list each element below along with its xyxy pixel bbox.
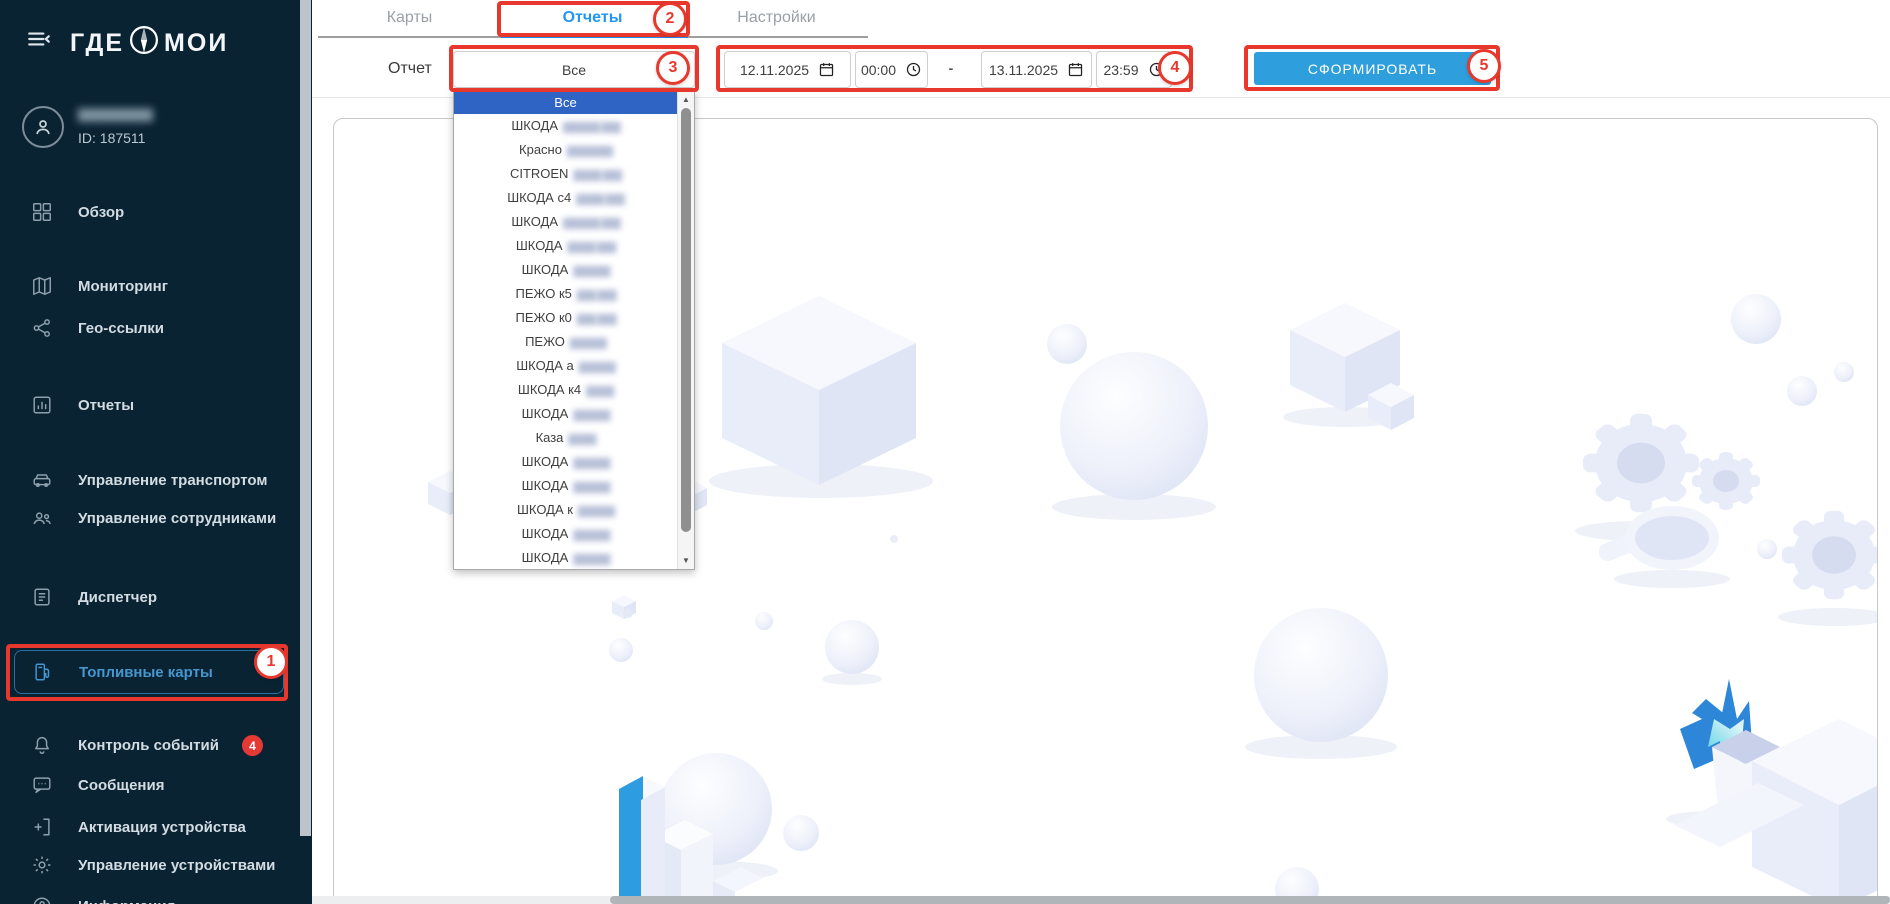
dashboard-icon bbox=[30, 200, 54, 224]
sidebar-scrollbar[interactable] bbox=[300, 0, 311, 836]
logo-text-right: МОИ bbox=[164, 29, 228, 58]
time-from-field[interactable]: 00:00 bbox=[855, 51, 928, 88]
dropdown-option[interactable]: ПЕЖО к0▆▆ ▆▆ bbox=[454, 306, 677, 330]
bar-chart-icon bbox=[30, 393, 54, 417]
date-range-separator: - bbox=[941, 60, 961, 76]
app-window: ГДЕ МОИ ▆▆▆▆▆▆▆ ID: 187511 bbox=[0, 0, 1890, 904]
notification-count-badge: 4 bbox=[242, 735, 263, 756]
dropdown-option[interactable]: ШКОДА▆▆▆▆ bbox=[454, 402, 677, 426]
sidebar-item-event-control[interactable]: Контроль событий 4 bbox=[0, 725, 300, 765]
scroll-down-icon[interactable]: ▼ bbox=[678, 552, 694, 568]
sphere-shapes bbox=[516, 294, 1854, 904]
user-id: ID: 187511 bbox=[78, 130, 145, 146]
report-dropdown-options: ШКОДА▆▆▆▆ ▆▆ Красно▆▆▆▆▆ CITROEN▆▆▆ ▆▆ Ш… bbox=[454, 114, 677, 570]
sidebar-item-overview[interactable]: Обзор bbox=[0, 192, 300, 232]
app-logo: ГДЕ МОИ bbox=[70, 22, 228, 65]
sidebar-item-monitoring[interactable]: Мониторинг bbox=[0, 266, 300, 306]
sidebar: ГДЕ МОИ ▆▆▆▆▆▆▆ ID: 187511 bbox=[0, 0, 312, 904]
sidebar-item-transport[interactable]: Управление транспортом bbox=[0, 460, 300, 500]
document-icon bbox=[30, 585, 54, 609]
report-label: Отчет bbox=[388, 60, 432, 78]
annotation-badge-5: 5 bbox=[1467, 49, 1501, 83]
dropdown-option[interactable]: ПЕЖО к5▆▆ ▆▆ bbox=[454, 282, 677, 306]
active-tab-underline bbox=[501, 34, 688, 38]
sidebar-item-employees[interactable]: Управление сотрудниками bbox=[0, 498, 300, 538]
dropdown-option[interactable]: Красно▆▆▆▆▆ bbox=[454, 138, 677, 162]
tab-maps[interactable]: Карты bbox=[318, 0, 501, 36]
dropdown-option[interactable]: CITROEN▆▆▆ ▆▆ bbox=[454, 162, 677, 186]
share-icon bbox=[30, 316, 54, 340]
sidebar-item-information[interactable]: Информация bbox=[0, 886, 300, 904]
dropdown-option[interactable]: ШКОДА▆▆▆▆ bbox=[454, 450, 677, 474]
sidebar-item-fuel-cards[interactable]: Топливные карты bbox=[14, 650, 284, 694]
dropdown-option[interactable]: ШКОДА▆▆▆ ▆▆ bbox=[454, 234, 677, 258]
question-icon bbox=[30, 894, 54, 904]
map-icon bbox=[30, 274, 54, 298]
dropdown-option[interactable]: ШКОДА▆▆▆▆ ▆▆ bbox=[454, 114, 677, 138]
fuel-pump-icon bbox=[31, 660, 55, 684]
dropdown-option[interactable]: ШКОДА с4▆▆▆ ▆▆ bbox=[454, 186, 677, 210]
scroll-up-icon[interactable]: ▲ bbox=[678, 91, 694, 107]
sidebar-item-device-management[interactable]: Управление устройствами bbox=[0, 845, 300, 885]
dropdown-scrollbar[interactable]: ▲ ▼ bbox=[677, 90, 694, 569]
dropdown-option[interactable]: Каза▆▆▆ bbox=[454, 426, 677, 450]
date-to-field[interactable]: 13.11.2025 bbox=[981, 51, 1092, 88]
gear-shape bbox=[1782, 511, 1878, 599]
splash-box-shape bbox=[1674, 679, 1878, 904]
activate-device-icon bbox=[30, 815, 54, 839]
horizontal-scrollbar-thumb[interactable] bbox=[610, 896, 1890, 904]
report-dropdown: Все ШКОДА▆▆▆▆ ▆▆ Красно▆▆▆▆▆ CITROEN▆▆▆ … bbox=[453, 89, 695, 570]
dropdown-option[interactable]: ШКОДА к▆▆▆▆ bbox=[454, 498, 677, 522]
menu-collapse-icon[interactable] bbox=[26, 26, 52, 57]
dropdown-option-selected[interactable]: Все bbox=[454, 90, 677, 114]
annotation-badge-4: 4 bbox=[1158, 51, 1192, 85]
dropdown-option[interactable]: ШКОДА а▆▆▆▆ bbox=[454, 354, 677, 378]
annotation-badge-1: 1 bbox=[254, 645, 288, 679]
sidebar-item-geolinks[interactable]: Гео-ссылки bbox=[0, 308, 300, 348]
user-avatar-icon[interactable] bbox=[22, 106, 64, 148]
gear-shape bbox=[1583, 414, 1699, 513]
dropdown-option[interactable]: ШКОДА к4▆▆▆ bbox=[454, 378, 677, 402]
chat-icon bbox=[30, 773, 54, 797]
date-from-field[interactable]: 12.11.2025 bbox=[724, 51, 851, 88]
dropdown-option[interactable]: ПЕЖО▆▆▆▆ bbox=[454, 330, 677, 354]
dropdown-option[interactable]: ШКОДА▆▆▆▆ ▆▆ bbox=[454, 210, 677, 234]
gear-icon bbox=[30, 853, 54, 877]
calendar-icon[interactable] bbox=[818, 61, 835, 78]
dropdown-option[interactable]: ШКОДА▆▆▆▆ bbox=[454, 546, 677, 570]
user-name-redacted: ▆▆▆▆▆▆▆ bbox=[78, 104, 152, 122]
generate-report-button[interactable]: СФОРМИРОВАТЬ bbox=[1254, 52, 1491, 85]
sidebar-item-device-activation[interactable]: Активация устройства bbox=[0, 807, 300, 847]
cube-shape bbox=[722, 296, 916, 485]
compass-icon bbox=[126, 22, 162, 65]
sidebar-item-dispatcher[interactable]: Диспетчер bbox=[0, 577, 300, 617]
annotation-badge-2: 2 bbox=[653, 2, 687, 36]
dropdown-option[interactable]: ШКОДА▆▆▆▆ bbox=[454, 258, 677, 282]
clock-icon[interactable] bbox=[905, 61, 922, 78]
bell-icon bbox=[30, 733, 54, 757]
logo-text-left: ГДЕ bbox=[70, 29, 124, 58]
annotation-badge-3: 3 bbox=[656, 51, 690, 85]
calendar-icon[interactable] bbox=[1067, 61, 1084, 78]
sidebar-item-messages[interactable]: Сообщения bbox=[0, 765, 300, 805]
sidebar-item-reports[interactable]: Отчеты bbox=[0, 385, 300, 425]
car-icon bbox=[30, 468, 54, 492]
tab-settings[interactable]: Настройки bbox=[685, 0, 868, 36]
dropdown-option[interactable]: ШКОДА▆▆▆▆ bbox=[454, 522, 677, 546]
dropdown-scrollbar-thumb[interactable] bbox=[681, 108, 691, 532]
dropdown-option[interactable]: ШКОДА▆▆▆▆ bbox=[454, 474, 677, 498]
people-icon bbox=[30, 506, 54, 530]
gear-shape bbox=[1692, 452, 1760, 510]
